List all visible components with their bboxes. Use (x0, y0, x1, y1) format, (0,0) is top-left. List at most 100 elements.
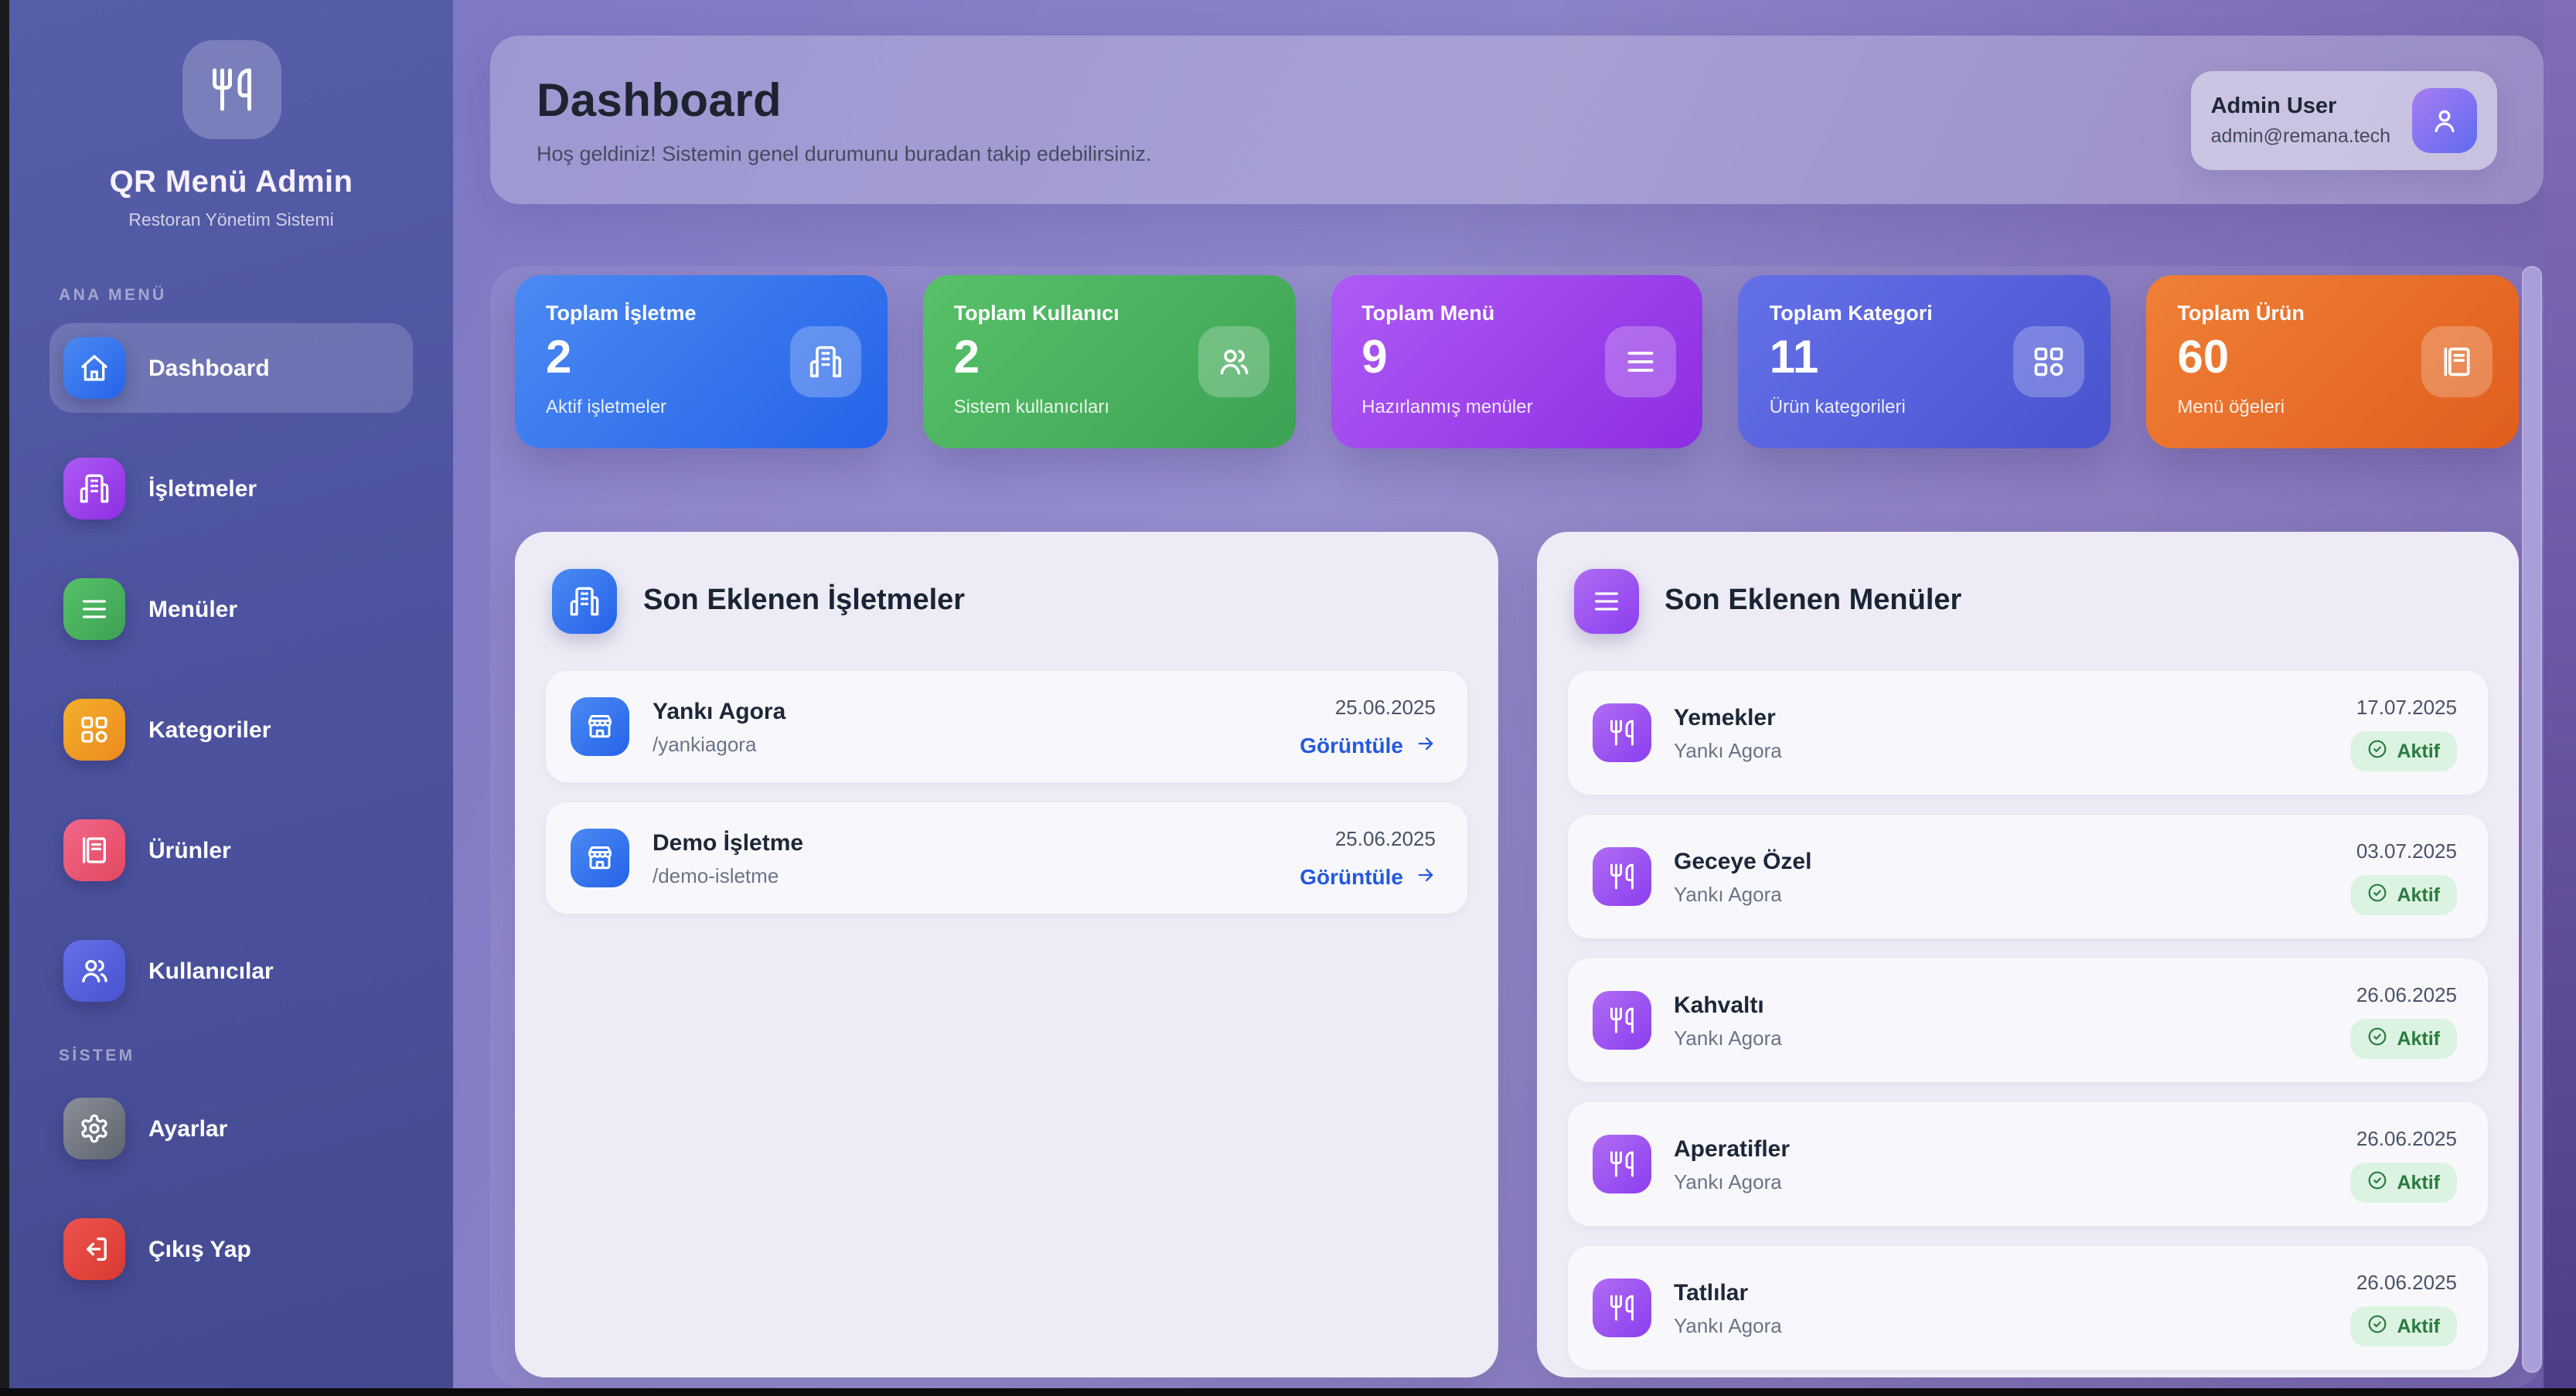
sidebar-item-kategoriler[interactable]: Kategoriler (49, 685, 413, 775)
status-badge: Aktif (2350, 730, 2457, 771)
stat-card: Toplam Menü9Hazırlanmış menüler (1331, 275, 1703, 448)
business-date: 25.06.2025 (1335, 826, 1436, 850)
arrow-right-icon (1414, 732, 1436, 758)
stat-label: Toplam Menü (1361, 301, 1672, 325)
stat-card: Toplam İşletme2Aktif işletmeler (515, 275, 888, 448)
menu-meta: 03.07.2025 Aktif (2350, 839, 2457, 914)
stat-sublabel: Sistem kullanıcıları (954, 396, 1265, 417)
grid-icon (63, 699, 125, 761)
status-badge: Aktif (2350, 874, 2457, 914)
business-meta: 25.06.2025 Görüntüle (1300, 826, 1436, 890)
sidebar-item-label: Çıkış Yap (148, 1236, 251, 1262)
menu-name: Aperatifler (1674, 1136, 1790, 1162)
sidebar-item-kullanıcılar[interactable]: Kullanıcılar (49, 926, 413, 1016)
menu-row: Tatlılar Yankı Agora 26.06.2025 Aktif (1567, 1246, 2488, 1370)
sidebar-item-ayarlar[interactable]: Ayarlar (49, 1084, 413, 1173)
sidebar: QR Menü Admin Restoran Yönetim Sistemi A… (9, 0, 453, 1388)
menu-date: 26.06.2025 (2356, 1126, 2457, 1149)
page-title: Dashboard (537, 75, 1151, 128)
menu-date: 03.07.2025 (2356, 839, 2457, 862)
scrollbar-track[interactable] (2544, 0, 2576, 1388)
stat-sublabel: Ürün kategorileri (1770, 396, 2080, 417)
business-slug: /demo-isletme (653, 863, 803, 887)
view-link[interactable]: Görüntüle (1300, 732, 1436, 758)
sidebar-section-label: ANA MENÜ (59, 286, 413, 305)
status-badge-label: Aktif (2397, 1171, 2440, 1193)
menu-info: YemeklerYankı Agora (1674, 704, 1782, 761)
stats-row: Toplam İşletme2Aktif işletmeler Toplam Ku… (515, 275, 2519, 448)
sidebar-item-ürünler[interactable]: Ürünler (49, 805, 413, 895)
business-row: Yankı Agora/yankiagora 25.06.2025Görüntül… (546, 671, 1467, 782)
status-badge: Aktif (2350, 1018, 2457, 1058)
stat-label: Toplam Kullanıcı (954, 301, 1265, 325)
menus-panel: Son Eklenen Menüler YemeklerYankı Agora 1… (1536, 532, 2519, 1377)
user-menu[interactable]: Admin User admin@remana.tech (2191, 70, 2497, 169)
user-meta: Admin User admin@remana.tech (2211, 94, 2390, 146)
businesses-panel-header: Son Eklenen İşletmeler (515, 532, 1498, 659)
check-circle-icon (2367, 738, 2387, 763)
store-icon (571, 697, 629, 756)
business-meta: 25.06.2025Görüntüle (1300, 695, 1436, 758)
sidebar-item-dashboard[interactable]: Dashboard (49, 323, 413, 413)
menu-name: Kahvaltı (1674, 992, 1782, 1018)
book-icon (63, 819, 125, 881)
utensils-icon (182, 40, 281, 139)
menu-row: KahvaltıYankı Agora26.06.2025Aktif (1567, 958, 2488, 1082)
business-slug: /yankiagora (653, 732, 785, 755)
stat-sublabel: Menü öğeleri (2177, 396, 2488, 417)
menu-name: Tatlılar (1674, 1279, 1782, 1306)
sidebar-item-label: Ayarlar (148, 1115, 227, 1142)
app-subtitle: Restoran Yönetim Sistemi (9, 212, 453, 230)
grid-icon (2013, 326, 2084, 397)
utensils-icon (1592, 1135, 1651, 1193)
menu-lines-icon (63, 578, 125, 640)
utensils-icon (1592, 1279, 1651, 1337)
sidebar-item-label: Kategoriler (148, 717, 271, 743)
stat-card: Toplam Kategori11Ürün kategorileri (1739, 275, 2111, 448)
menu-meta: 26.06.2025 Aktif (2350, 982, 2457, 1058)
menu-lines-icon (1606, 326, 1677, 397)
scrollbar-thumb[interactable] (2522, 266, 2542, 1373)
sidebar-item-menüler[interactable]: Menüler (49, 564, 413, 654)
stat-label: Toplam İşletme (546, 301, 857, 325)
business-info: Demo İşletme/demo-isletme (653, 829, 803, 887)
sidebar-item-i̇şletmeler[interactable]: İşletmeler (49, 444, 413, 533)
menu-row: YemeklerYankı Agora 17.07.2025Aktif (1567, 671, 2488, 795)
status-badge-label: Aktif (2397, 740, 2440, 761)
menu-date: 26.06.2025 (2356, 982, 2457, 1006)
menu-business: Yankı Agora (1674, 1313, 1782, 1336)
menu-info: Geceye Özel Yankı Agora (1674, 848, 1811, 905)
brand: QR Menü Admin Restoran Yönetim Sistemi (9, 0, 453, 230)
menu-date: 26.06.2025 (2356, 1270, 2457, 1293)
utensils-icon (1592, 991, 1651, 1050)
building-icon (790, 326, 861, 397)
status-badge-label: Aktif (2397, 1315, 2440, 1336)
book-icon (2421, 326, 2493, 397)
store-icon (571, 829, 629, 887)
business-name: Demo İşletme (653, 829, 803, 856)
main-content: Dashboard Hoş geldiniz! Sistemin genel d… (453, 0, 2576, 1388)
menus-panel-header: Son Eklenen Menüler (1536, 532, 2519, 659)
menu-row: Geceye Özel Yankı Agora 03.07.2025 Aktif (1567, 815, 2488, 938)
sidebar-item-label: İşletmeler (148, 475, 257, 502)
menu-business: Yankı Agora (1674, 882, 1811, 905)
panels-row: Son Eklenen İşletmeler Yankı Agora/yanki… (515, 532, 2519, 1377)
arrow-right-icon (1414, 863, 1436, 890)
business-info: Yankı Agora/yankiagora (653, 698, 785, 755)
menu-name: Geceye Özel (1674, 848, 1811, 874)
stat-sublabel: Hazırlanmış menüler (1361, 396, 1672, 417)
sidebar-item-çıkış yap[interactable]: Çıkış Yap (49, 1204, 413, 1294)
menu-meta: 26.06.2025 Aktif (2350, 1270, 2457, 1346)
menu-meta: 17.07.2025Aktif (2350, 695, 2457, 771)
window-edge-left (0, 0, 9, 1396)
logout-icon (63, 1218, 125, 1280)
menu-row: AperatiflerYankı Agora 26.06.2025 Aktif (1567, 1102, 2488, 1226)
view-link[interactable]: Görüntüle (1300, 863, 1436, 890)
user-icon (2412, 87, 2477, 152)
sidebar-item-label: Menüler (148, 596, 237, 622)
check-circle-icon (2367, 882, 2387, 907)
stat-card: Toplam Ürün60Menü öğeleri (2146, 275, 2519, 448)
menu-info: AperatiflerYankı Agora (1674, 1136, 1790, 1193)
menu-info: Tatlılar Yankı Agora (1674, 1279, 1782, 1336)
status-badge-label: Aktif (2397, 1027, 2440, 1049)
